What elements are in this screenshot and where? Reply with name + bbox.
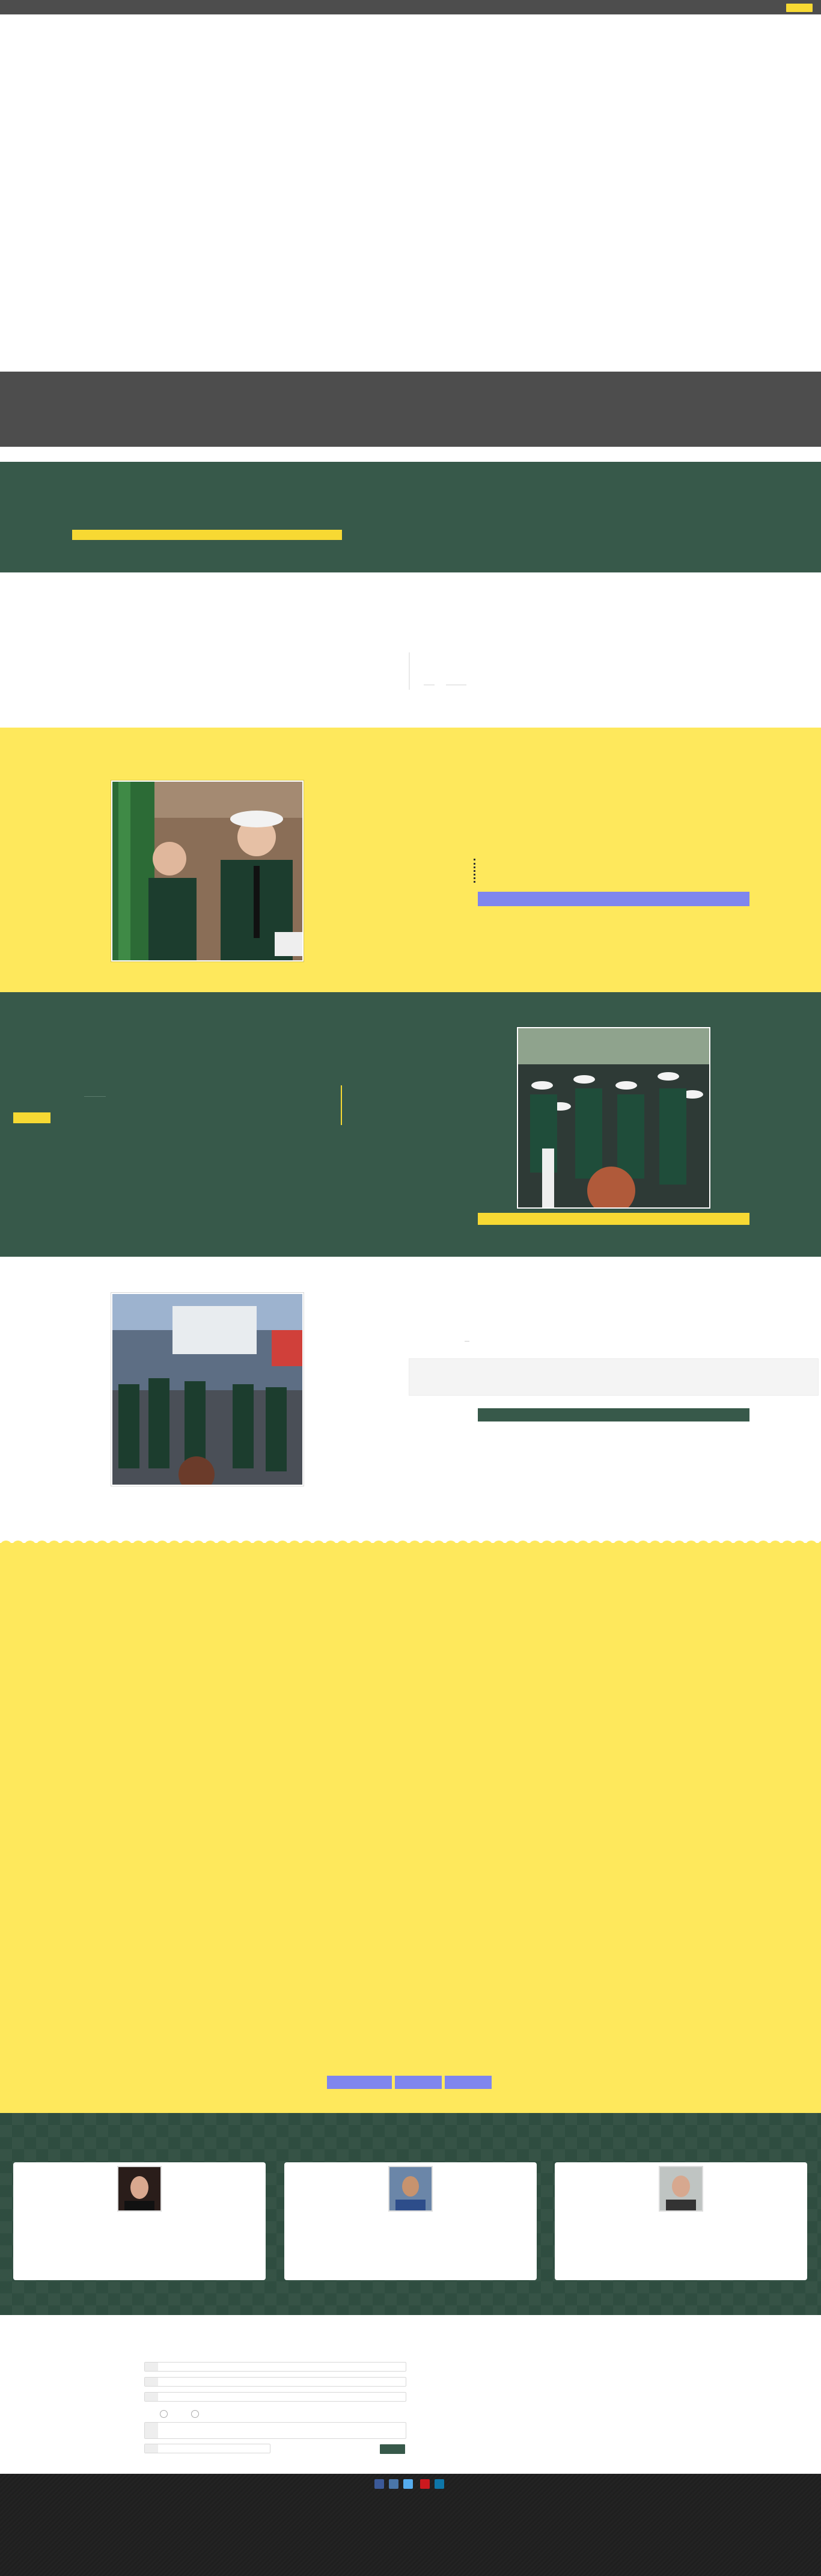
gray-band <box>0 372 821 447</box>
dotted-accent <box>474 859 477 883</box>
small-mark <box>446 684 466 685</box>
avatar <box>388 2166 433 2212</box>
avatar <box>117 2166 162 2212</box>
events-button-2[interactable] <box>395 2076 442 2089</box>
feature-3-button[interactable] <box>478 1408 749 1421</box>
small-mark <box>424 684 435 685</box>
instagram-icon[interactable] <box>435 2479 444 2489</box>
small-mark <box>84 1096 106 1097</box>
staff-card <box>555 2162 807 2280</box>
message-field[interactable] <box>144 2422 406 2439</box>
footer <box>0 2474 821 2576</box>
top-bar <box>0 0 821 14</box>
intro-highlight-bar <box>72 530 342 540</box>
youtube-icon[interactable] <box>420 2479 430 2489</box>
linkedin-icon[interactable] <box>403 2479 413 2489</box>
parade-photo <box>111 1293 304 1486</box>
divider-line <box>409 652 410 690</box>
captcha-field[interactable] <box>144 2444 270 2453</box>
feature-2-small-button[interactable] <box>13 1112 50 1123</box>
staff-card <box>13 2162 266 2280</box>
marching-band-photo <box>517 1027 710 1209</box>
radio-option-2[interactable] <box>191 2410 199 2418</box>
intro-band <box>0 462 821 572</box>
avatar <box>659 2166 703 2212</box>
students-photo <box>111 780 304 961</box>
twitter-icon[interactable] <box>389 2479 398 2489</box>
phone-field[interactable] <box>144 2392 406 2402</box>
submit-button[interactable] <box>380 2444 405 2454</box>
info-box <box>409 1358 819 1396</box>
name-field[interactable] <box>144 2362 406 2372</box>
events-button-3[interactable] <box>445 2076 492 2089</box>
hero-banner <box>0 14 821 372</box>
email-field[interactable] <box>144 2377 406 2387</box>
events-section <box>0 1543 821 2113</box>
staff-card <box>284 2162 537 2280</box>
feature-1-button[interactable] <box>478 892 749 906</box>
facebook-icon[interactable] <box>374 2479 384 2489</box>
events-button-1[interactable] <box>327 2076 392 2089</box>
vertical-accent <box>341 1085 342 1125</box>
feature-2-button[interactable] <box>478 1213 749 1225</box>
top-bar-button[interactable] <box>786 4 813 12</box>
small-mark <box>465 1341 469 1342</box>
radio-option-1[interactable] <box>160 2410 168 2418</box>
